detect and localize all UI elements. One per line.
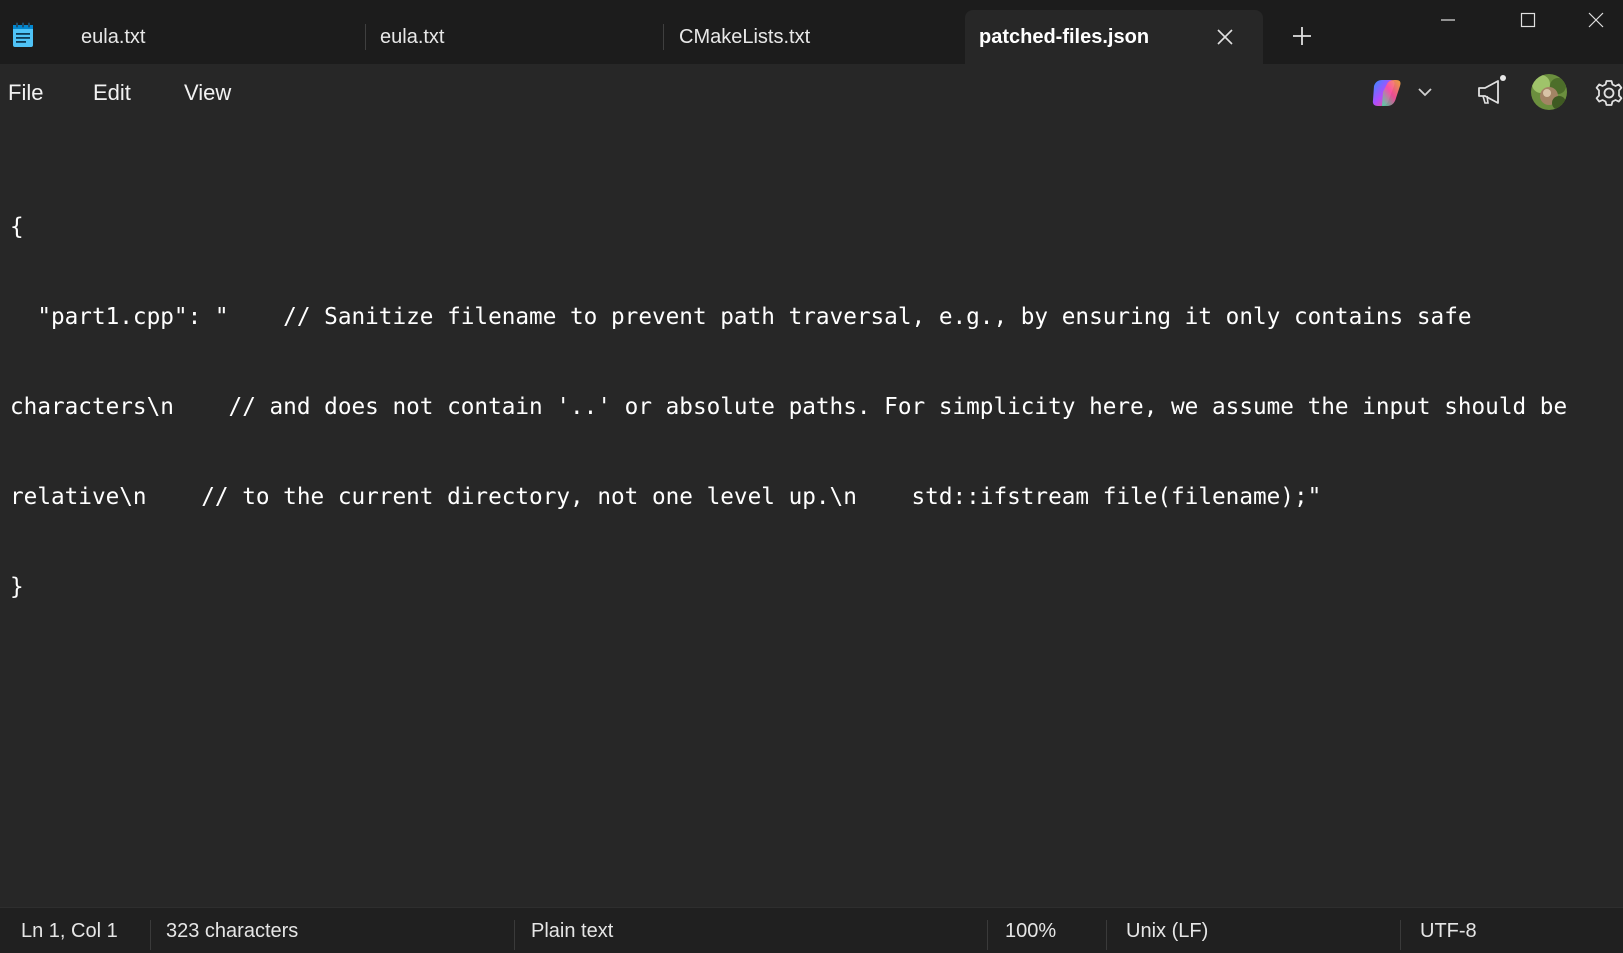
status-separator (987, 920, 988, 950)
tab-patched-files[interactable]: patched-files.json (965, 10, 1263, 64)
title-bar: eula.txt eula.txt CMakeLists.txt patched… (0, 0, 1623, 64)
editor-line: } (10, 574, 24, 600)
minimize-button[interactable] (1408, 0, 1488, 40)
close-icon[interactable] (1215, 27, 1235, 47)
minimize-icon (1441, 19, 1455, 21)
status-separator (1106, 920, 1107, 950)
editor-line: relative\n // to the current directory, … (10, 484, 1322, 510)
tab-label: eula.txt (380, 25, 445, 48)
close-window-button[interactable] (1568, 0, 1623, 40)
menu-file[interactable]: File (8, 64, 43, 122)
editor-line: { (10, 214, 24, 240)
status-separator (514, 920, 515, 950)
plus-icon[interactable] (1290, 24, 1314, 48)
megaphone-icon (1478, 75, 1506, 104)
status-separator (1400, 920, 1401, 950)
announcements-button[interactable] (1473, 74, 1509, 110)
gear-icon (1595, 80, 1623, 106)
tab-eula-2[interactable]: eula.txt (365, 10, 663, 64)
editor-content[interactable]: { "part1.cpp": " // Sanitize filename to… (10, 152, 1620, 662)
menu-view[interactable]: View (184, 64, 231, 122)
text-editor[interactable]: { "part1.cpp": " // Sanitize filename to… (0, 122, 1623, 907)
maximize-button[interactable] (1488, 0, 1568, 40)
close-icon (1588, 12, 1603, 28)
settings-button[interactable] (1592, 76, 1623, 110)
copilot-button[interactable] (1370, 76, 1440, 110)
editor-line: "part1.cpp": " // Sanitize filename to p… (10, 304, 1472, 330)
user-avatar-icon (1531, 74, 1567, 110)
status-bar: Ln 1, Col 1 323 characters Plain text 10… (0, 907, 1623, 953)
zoom-level[interactable]: 100% (1005, 908, 1056, 953)
line-ending[interactable]: Unix (LF) (1126, 908, 1208, 953)
editor-line: characters\n // and does not contain '..… (10, 394, 1568, 420)
copilot-icon (1372, 80, 1432, 106)
encoding[interactable]: UTF-8 (1420, 908, 1477, 953)
status-separator (150, 920, 151, 950)
tab-label: patched-files.json (979, 25, 1150, 48)
character-count: 323 characters (166, 920, 299, 942)
avatar[interactable] (1531, 74, 1567, 110)
notepad-icon (13, 22, 33, 47)
tab-eula-1[interactable]: eula.txt (60, 10, 365, 64)
menu-edit[interactable]: Edit (93, 64, 131, 122)
notepad-window: eula.txt eula.txt CMakeLists.txt patched… (0, 0, 1623, 953)
cursor-position[interactable]: Ln 1, Col 1 (21, 908, 118, 953)
file-type[interactable]: Plain text (531, 908, 613, 953)
tab-cmakelists[interactable]: CMakeLists.txt (663, 10, 965, 64)
tab-label: CMakeLists.txt (679, 25, 811, 48)
maximize-icon (1520, 12, 1536, 28)
tab-label: eula.txt (81, 25, 146, 48)
